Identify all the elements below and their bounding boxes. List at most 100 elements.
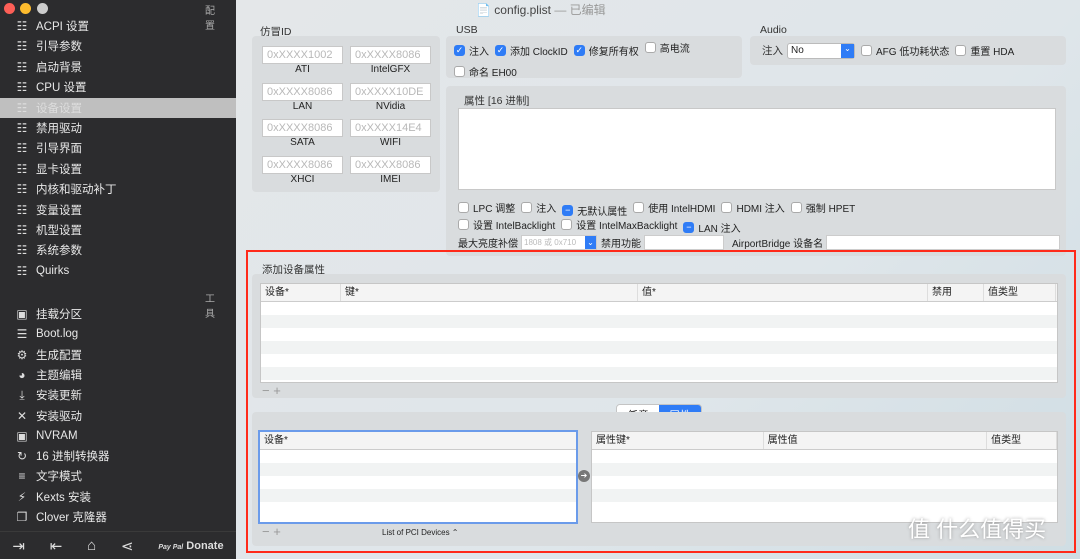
fake-id-input[interactable]: 0xXXXX8086 — [350, 46, 431, 64]
tool-item[interactable]: ❐ Clover 克隆器 — [0, 507, 236, 527]
table-row[interactable] — [592, 476, 1057, 489]
audio-inject-select[interactable]: No ⌄ — [787, 42, 855, 59]
sidebar-item[interactable]: ☷ 内核和驱动补丁 — [0, 179, 236, 199]
audio-option-checkbox[interactable]: 重置 HDA — [955, 43, 1014, 58]
usb-option-checkbox[interactable]: 高电流 — [644, 40, 690, 55]
sidebar-item[interactable]: ☷ 变量设置 — [0, 200, 236, 220]
column-header[interactable]: 属性键* — [592, 432, 764, 449]
text-icon: ≡ — [18, 469, 26, 484]
property-option-checkbox[interactable]: 强制 HPET — [790, 200, 855, 215]
tool-item[interactable]: ▣ NVRAM — [0, 426, 236, 446]
tool-item-label: 安装驱动 — [36, 410, 82, 423]
fake-id-input[interactable]: 0xXXXX8086 — [350, 155, 431, 174]
sidebar-item[interactable]: ☷ Quirks — [0, 261, 236, 281]
devices-table[interactable]: 设备* — [258, 430, 578, 524]
tool-item[interactable]: ⚙ 生成配置 — [0, 345, 236, 365]
sidebar-item[interactable]: ☷ 禁用驱动 — [0, 118, 236, 138]
tool-item[interactable]: ◕ 主题编辑 — [0, 365, 236, 385]
fake-id-input[interactable]: 0xXXXX8086 — [262, 155, 343, 174]
tool-item[interactable]: ↻ 16 进制转换器 — [0, 446, 236, 466]
add-device-button[interactable]: + — [273, 524, 281, 539]
sidebar-item[interactable]: ☷ 启动背景 — [0, 57, 236, 77]
sidebar-item[interactable]: ☷ 显卡设置 — [0, 159, 236, 179]
table-row[interactable] — [592, 463, 1057, 476]
tool-item[interactable]: ⚡ Kexts 安装 — [0, 487, 236, 507]
tool-item[interactable]: ☰ Boot.log — [0, 324, 236, 344]
property-option-checkbox[interactable]: 使用 IntelHDMI — [633, 200, 715, 215]
column-header[interactable]: 键* — [341, 284, 638, 301]
fake-id-input[interactable]: 0xXXXX8086 — [262, 119, 343, 137]
table-row[interactable] — [261, 315, 1057, 328]
table-row[interactable] — [260, 450, 576, 463]
property-option-checkbox[interactable]: 注入 — [521, 200, 556, 215]
arrow-right-icon[interactable]: ➔ — [578, 470, 590, 482]
table-row[interactable] — [261, 367, 1057, 380]
share-icon[interactable]: ⋖ — [121, 537, 134, 555]
main-content: 📄 config.plist — 已编辑 仿冒ID 0xXXXX1002 ATI 0… — [236, 0, 1080, 559]
close-button[interactable] — [4, 3, 15, 14]
sidebar-item[interactable]: ☷ CPU 设置 — [0, 77, 236, 97]
checkbox-icon — [955, 44, 967, 56]
sidebar-item[interactable]: ☷ 引导界面 — [0, 138, 236, 158]
export-icon[interactable]: ⇤ — [50, 537, 63, 555]
add-properties-table[interactable]: 设备* 键* 值* 禁用 值类型 — [260, 283, 1058, 383]
tool-item[interactable]: ≡ 文字模式 — [0, 466, 236, 486]
property-table[interactable]: 属性键* 属性值 值类型 — [591, 431, 1058, 523]
column-header[interactable]: 设备* — [261, 284, 341, 301]
home-icon[interactable]: ⌂ — [87, 537, 96, 554]
fake-id-input[interactable]: 0xXXXX14E4 — [350, 119, 431, 137]
property-option-checkbox[interactable]: LPC 调整 — [458, 200, 515, 215]
property-option-checkbox[interactable]: 设置 IntelMaxBacklight — [561, 217, 677, 232]
sidebar-item[interactable]: ☷ 系统参数 — [0, 240, 236, 260]
table-row[interactable] — [260, 476, 576, 489]
import-icon[interactable]: ⇥ — [12, 537, 25, 555]
fake-id-input[interactable]: 0xXXXX1002 — [262, 46, 343, 64]
table-row[interactable] — [260, 463, 576, 476]
add-row-button[interactable]: + — [273, 383, 281, 398]
property-option-checkbox[interactable]: − 无默认属性 — [562, 203, 627, 218]
sidebar-item[interactable]: ☷ 机型设置 — [0, 220, 236, 240]
property-option-checkbox[interactable]: HDMI 注入 — [721, 200, 785, 215]
table-row[interactable] — [261, 341, 1057, 354]
tool-item[interactable]: ⤓ 安装更新 — [0, 385, 236, 405]
sidebar-item[interactable]: ☷ ACPI 设置 — [0, 16, 236, 36]
refresh-icon: ↻ — [16, 449, 28, 464]
column-header[interactable]: 属性值 — [764, 432, 988, 449]
column-header[interactable]: 值* — [638, 284, 928, 301]
remove-row-button[interactable]: − — [262, 383, 270, 398]
table-row[interactable] — [592, 489, 1057, 502]
zoom-button[interactable] — [37, 3, 48, 14]
donate-button[interactable]: Pay Pal Donate — [158, 540, 223, 552]
usb-option-checkbox[interactable]: ✓ 修复所有权 — [573, 43, 639, 58]
table-row[interactable] — [261, 328, 1057, 341]
minimize-button[interactable] — [20, 3, 31, 14]
pci-devices-popup[interactable]: List of PCI Devices ⌃ — [382, 528, 459, 537]
table-row[interactable] — [261, 302, 1057, 315]
table-row[interactable] — [260, 502, 576, 515]
fake-id-input[interactable]: 0xXXXX10DE — [350, 82, 431, 101]
tool-item[interactable]: ▣ 挂载分区 — [0, 304, 236, 324]
table-row[interactable] — [592, 450, 1057, 463]
disable-features-input[interactable] — [644, 235, 724, 250]
column-header[interactable]: 值类型 — [984, 284, 1056, 301]
column-header[interactable]: 值类型 — [987, 432, 1057, 449]
fake-id-input[interactable]: 0xXXXX8086 — [262, 82, 343, 101]
max-brightness-combo[interactable]: 1808 或 0x710 ⌄ — [521, 235, 597, 250]
remove-device-button[interactable]: − — [262, 524, 270, 539]
audio-option-checkbox[interactable]: AFG 低功耗状态 — [861, 43, 949, 58]
usb-option-checkbox[interactable]: ✓ 添加 ClockID — [495, 43, 568, 58]
airport-bridge-input[interactable] — [826, 235, 1061, 250]
property-option-checkbox[interactable]: − LAN 注入 — [683, 220, 741, 235]
table-row[interactable] — [260, 489, 576, 502]
sidebar-item[interactable]: ☷ 引导参数 — [0, 36, 236, 56]
sidebar-item-label: 变量设置 — [36, 204, 82, 217]
properties-hex-textarea[interactable] — [458, 108, 1056, 190]
usb-option-checkbox[interactable]: ✓ 注入 — [454, 43, 489, 58]
usb-option-checkbox[interactable]: 命名 EH00 — [454, 64, 517, 79]
sidebar-item-label: 设备设置 — [36, 102, 82, 115]
tool-item[interactable]: ✕ 安装驱动 — [0, 406, 236, 426]
property-option-checkbox[interactable]: 设置 IntelBacklight — [458, 217, 555, 232]
sidebar-item[interactable]: ☷ 设备设置 — [0, 97, 236, 118]
column-header[interactable]: 禁用 — [928, 284, 984, 301]
table-row[interactable] — [261, 354, 1057, 367]
